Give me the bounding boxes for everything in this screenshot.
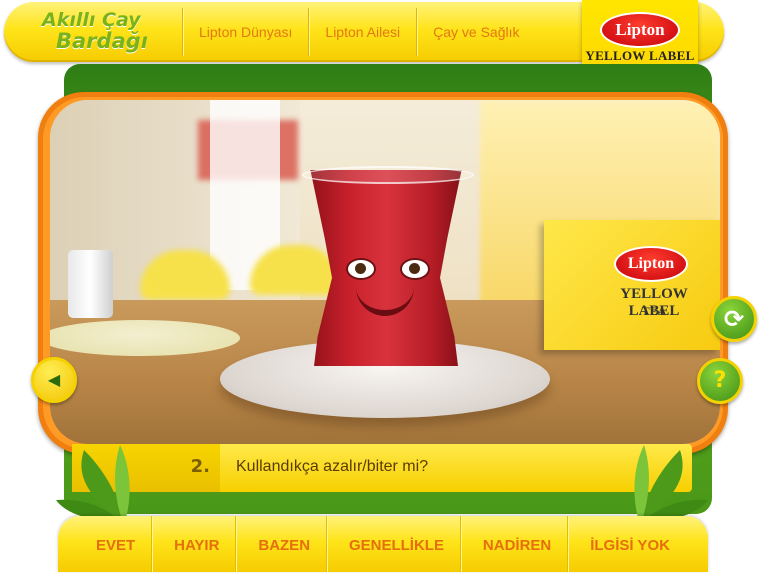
answer-bazen-button[interactable]: BAZEN: [242, 516, 328, 572]
tea-box-badge: Lipton: [614, 246, 688, 282]
refresh-button[interactable]: ⟳: [711, 296, 757, 342]
tea-glass-rim: [302, 166, 474, 184]
tea-glass-scene: Lipton YELLOW LABEL TEA: [50, 100, 720, 444]
main-nav: Lipton Dünyası Lipton Ailesi Çay ve Sağl…: [182, 8, 536, 56]
tea-glass-right-eye: [400, 258, 430, 280]
refresh-icon: ⟳: [723, 305, 745, 333]
scene-jar: [68, 250, 113, 318]
answer-bar: EVET HAYIR BAZEN GENELLİKLE NADİREN İLGİ…: [58, 516, 708, 572]
tea-glass-left-eye: [346, 258, 376, 280]
lipton-logo-line1: YELLOW LABEL: [585, 48, 695, 63]
question-bar: 2. Kullandıkça azalır/biter mi?: [72, 444, 692, 492]
nav-lipton-ailesi[interactable]: Lipton Ailesi: [308, 8, 416, 56]
brand-title-line2: Bardağı: [56, 29, 148, 53]
tea-box-line2: TEA: [641, 304, 667, 318]
lipton-logo-badge: Lipton: [600, 12, 680, 48]
answer-nadiren-button[interactable]: NADİREN: [467, 516, 569, 572]
tea-box: Lipton YELLOW LABEL TEA: [544, 220, 720, 350]
brand-title-line1: Akıllı Çay: [42, 9, 141, 31]
question-text: Kullandıkça azalır/biter mi?: [236, 458, 429, 475]
answer-ilgisi-yok-button[interactable]: İLGİSİ YOK: [574, 516, 686, 572]
question-mark-icon: ?: [713, 368, 727, 393]
answer-hayir-button[interactable]: HAYIR: [158, 516, 237, 572]
brand-title[interactable]: Akıllı Çay Bardağı: [24, 10, 179, 56]
nav-cay-ve-saglik[interactable]: Çay ve Sağlık: [416, 8, 535, 56]
back-button[interactable]: ◀: [31, 357, 77, 403]
left-arrow-icon: ◀: [47, 370, 61, 389]
help-button[interactable]: ?: [697, 358, 743, 404]
answer-evet-button[interactable]: EVET: [80, 516, 153, 572]
nav-lipton-dunyasi[interactable]: Lipton Dünyası: [182, 8, 308, 56]
answer-genellikle-button[interactable]: GENELLİKLE: [333, 516, 461, 572]
